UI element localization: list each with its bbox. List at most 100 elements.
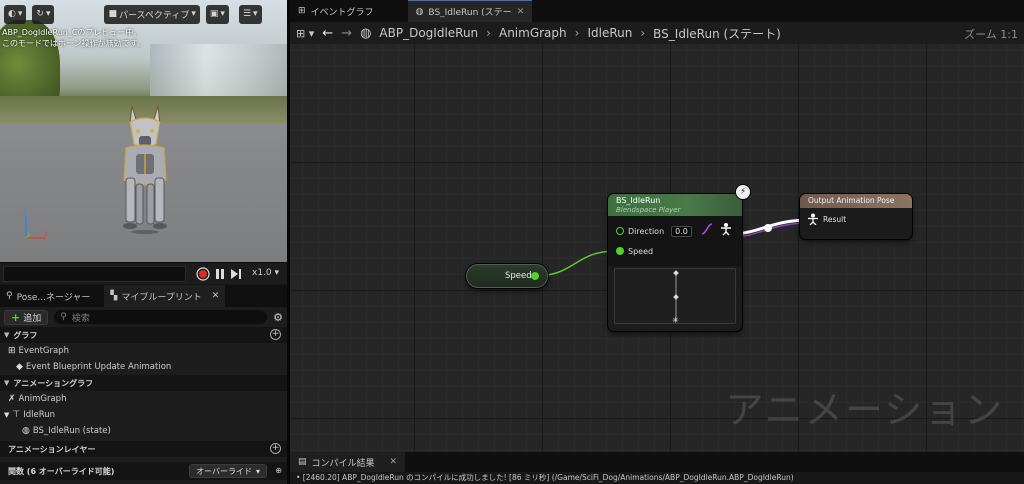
section-anim-graph-label: アニメーショングラフ (13, 378, 94, 388)
section-functions[interactable]: 関数 (6 オーバーライド可能) オーバーライド ▾ ⊕ (0, 462, 287, 480)
section-anim-graph[interactable]: ▼ アニメーショングラフ (0, 375, 287, 391)
hamburger-menu-button[interactable]: ☰ ▾ (238, 4, 262, 24)
tab-pose-manager-label: Pose...ネージャー (16, 292, 91, 303)
fast-path-lightning-icon: ⚡ (736, 185, 750, 199)
override-dropdown[interactable]: オーバーライド ▾ (189, 464, 267, 478)
breadcrumb-item[interactable]: ABP_DogIdleRun (379, 26, 478, 40)
search-input[interactable]: ⚲ 検索 (54, 310, 268, 324)
breadcrumb-item[interactable]: IdleRun (587, 26, 632, 40)
close-icon[interactable]: ✕ (212, 291, 220, 301)
tab-compile-results[interactable]: ▤ コンパイル結果 ✕ (290, 452, 406, 472)
perspective-label: パースペクティブ (118, 10, 190, 21)
section-graph[interactable]: ▼ グラフ + (0, 327, 287, 343)
playback-controls (196, 266, 242, 282)
my-blueprint-toolbar: + 追加 ⚲ 検索 ⚙ (0, 307, 287, 327)
refresh-icon: ↻ (36, 9, 44, 19)
speed-node-label: Speed (505, 271, 532, 281)
tab-my-blueprint[interactable]: ▚ マイブループリント ✕ (104, 285, 226, 307)
add-button[interactable]: + 追加 (4, 309, 49, 325)
tree-item-label: EventGraph (18, 346, 69, 356)
tab-bs-idle-run[interactable]: ◍ BS_IdleRun (ステー ✕ (407, 0, 533, 22)
axis-z-label: Z (23, 209, 27, 216)
tab-bs-idle-run-label: BS_IdleRun (ステー (428, 8, 512, 18)
curve-icon (701, 223, 713, 235)
timeline-scrubber[interactable] (3, 266, 186, 282)
blendspace-player-node[interactable]: BS_IdleRun Blendspace Player Direction 0… (608, 194, 742, 331)
add-graph-icon[interactable]: + (270, 329, 281, 340)
forward-arrow-icon[interactable]: → (341, 26, 352, 41)
sample-point (673, 270, 679, 276)
my-blueprint-panel: + 追加 ⚲ 検索 ⚙ ▼ グラフ + ⊞ EventGraph ◆ Event… (0, 307, 287, 484)
collapse-arrow-icon: ▼ (4, 379, 10, 387)
breadcrumb-item[interactable]: AnimGraph (499, 26, 567, 40)
direction-input-pin[interactable] (616, 227, 624, 235)
camera-icon: ■ (108, 9, 117, 19)
tree-item-label: Event Blueprint Update Animation (25, 362, 172, 372)
viewport-info-text: ABP_DogIdleRun_Cのプレビュー中。 このモードではボーン操作が無効… (2, 27, 145, 49)
direction-value-field[interactable]: 0.0 (671, 225, 692, 237)
add-anim-layer-icon[interactable]: + (270, 443, 281, 454)
tree-item-idle-run[interactable]: ▼ ⊤ IdleRun (4, 407, 55, 423)
zoom-level: ズーム 1:1 (964, 28, 1018, 41)
pose-input-pin-icon[interactable] (808, 213, 818, 225)
compile-log-line: • [2460.20] ABP_DogIdleRun のコンパイルに成功しました… (290, 472, 1024, 484)
chevron-right-icon: › (640, 26, 646, 40)
section-anim-layer[interactable]: アニメーションレイヤー + (0, 441, 287, 457)
playback-speed-dropdown[interactable]: x1.0 ▾ (252, 268, 279, 278)
event-graph-icon: ⊞ (298, 6, 306, 16)
viewport-panel[interactable]: ◐ ▾ ↻ ▾ ■ パースペクティブ ▾ ▣ ▾ ☰ ▾ ABP_DogIdleRun_… (0, 0, 287, 262)
tree-item-anim-graph[interactable]: ✗ AnimGraph (8, 391, 66, 407)
blendspace-node-header: BS_IdleRun Blendspace Player (608, 194, 742, 216)
direction-pin-row: Direction 0.0 (616, 225, 692, 237)
tab-pose-manager[interactable]: ⚲ Pose...ネージャー (0, 285, 96, 307)
speed-input-pin[interactable] (616, 247, 624, 255)
pause-icon[interactable] (215, 268, 225, 280)
result-pin-row: Result (808, 213, 846, 225)
tree-item-event-graph[interactable]: ⊞ EventGraph (8, 343, 69, 359)
output-pose-node[interactable]: Output Animation Pose Result (800, 194, 912, 239)
record-icon[interactable] (196, 267, 210, 281)
add-button-label: 追加 (23, 313, 42, 324)
graph-document-tabs: ⊞ イベントグラフ ◍ BS_IdleRun (ステー ✕ (290, 0, 1024, 22)
pose-output-pin-icon[interactable] (720, 222, 732, 236)
viewport-info-line2: このモードではボーン操作が無効です。 (2, 39, 145, 48)
chevron-right-icon: › (486, 26, 491, 40)
tree-item-event-bp-update[interactable]: ◆ Event Blueprint Update Animation (16, 359, 171, 375)
viewport-options-icon: ◐ (8, 9, 16, 19)
background-blur (150, 44, 287, 99)
add-function-icon[interactable]: ⊕ (275, 466, 282, 475)
axis-gizmo: Z X (23, 209, 48, 239)
viewport-options-button[interactable]: ◐ ▾ (4, 4, 27, 24)
speed-variable-node[interactable]: Speed (466, 264, 548, 288)
event-icon: ◆ (16, 362, 23, 372)
tab-event-graph[interactable]: ⊞ イベントグラフ (290, 0, 382, 22)
view-mode-button[interactable]: ▣ ▾ (205, 4, 229, 24)
step-forward-icon[interactable] (230, 268, 242, 280)
graph-menu-icon[interactable]: ⊞ ▾ (296, 27, 314, 40)
back-arrow-icon[interactable]: ← (322, 26, 333, 41)
wire-knot[interactable] (764, 224, 772, 232)
anim-graph-canvas[interactable]: Speed BS_IdleRun Blendspace Player Direc… (290, 44, 1024, 452)
blueprint-asset-icon: ◍ (360, 25, 372, 41)
state-machine-icon: ⊤ (12, 410, 21, 420)
graph-type-watermark: アニメーション (725, 388, 1004, 432)
close-icon[interactable]: ✕ (517, 7, 525, 17)
chevron-down-icon: ▾ (191, 9, 196, 19)
viewport-toolbar: ◐ ▾ ↻ ▾ ■ パースペクティブ ▾ ▣ ▾ ☰ ▾ (0, 0, 287, 28)
tree-item-label: AnimGraph (18, 394, 67, 404)
chevron-right-icon: › (574, 26, 580, 40)
current-position-marker: ✳ (672, 316, 679, 325)
blendspace-node-body: Direction 0.0 Speed (608, 216, 742, 266)
gear-icon[interactable]: ⚙ (273, 311, 283, 324)
section-graph-label: グラフ (13, 330, 38, 340)
sample-point (673, 294, 679, 300)
breadcrumb-item[interactable]: BS_IdleRun (ステート) (653, 25, 781, 42)
realtime-toggle-button[interactable]: ↻ ▾ (32, 4, 55, 24)
tab-compile-results-label: コンパイル結果 (311, 458, 375, 469)
close-icon[interactable]: ✕ (390, 457, 398, 467)
tree-item-bs-state[interactable]: ◍ BS_IdleRun (state) (22, 423, 111, 439)
chevron-down-icon: ▾ (45, 9, 51, 19)
speed-output-pin[interactable] (531, 272, 539, 280)
chevron-down-icon: ▾ (274, 268, 280, 278)
perspective-button[interactable]: ■ パースペクティブ ▾ (104, 4, 200, 24)
